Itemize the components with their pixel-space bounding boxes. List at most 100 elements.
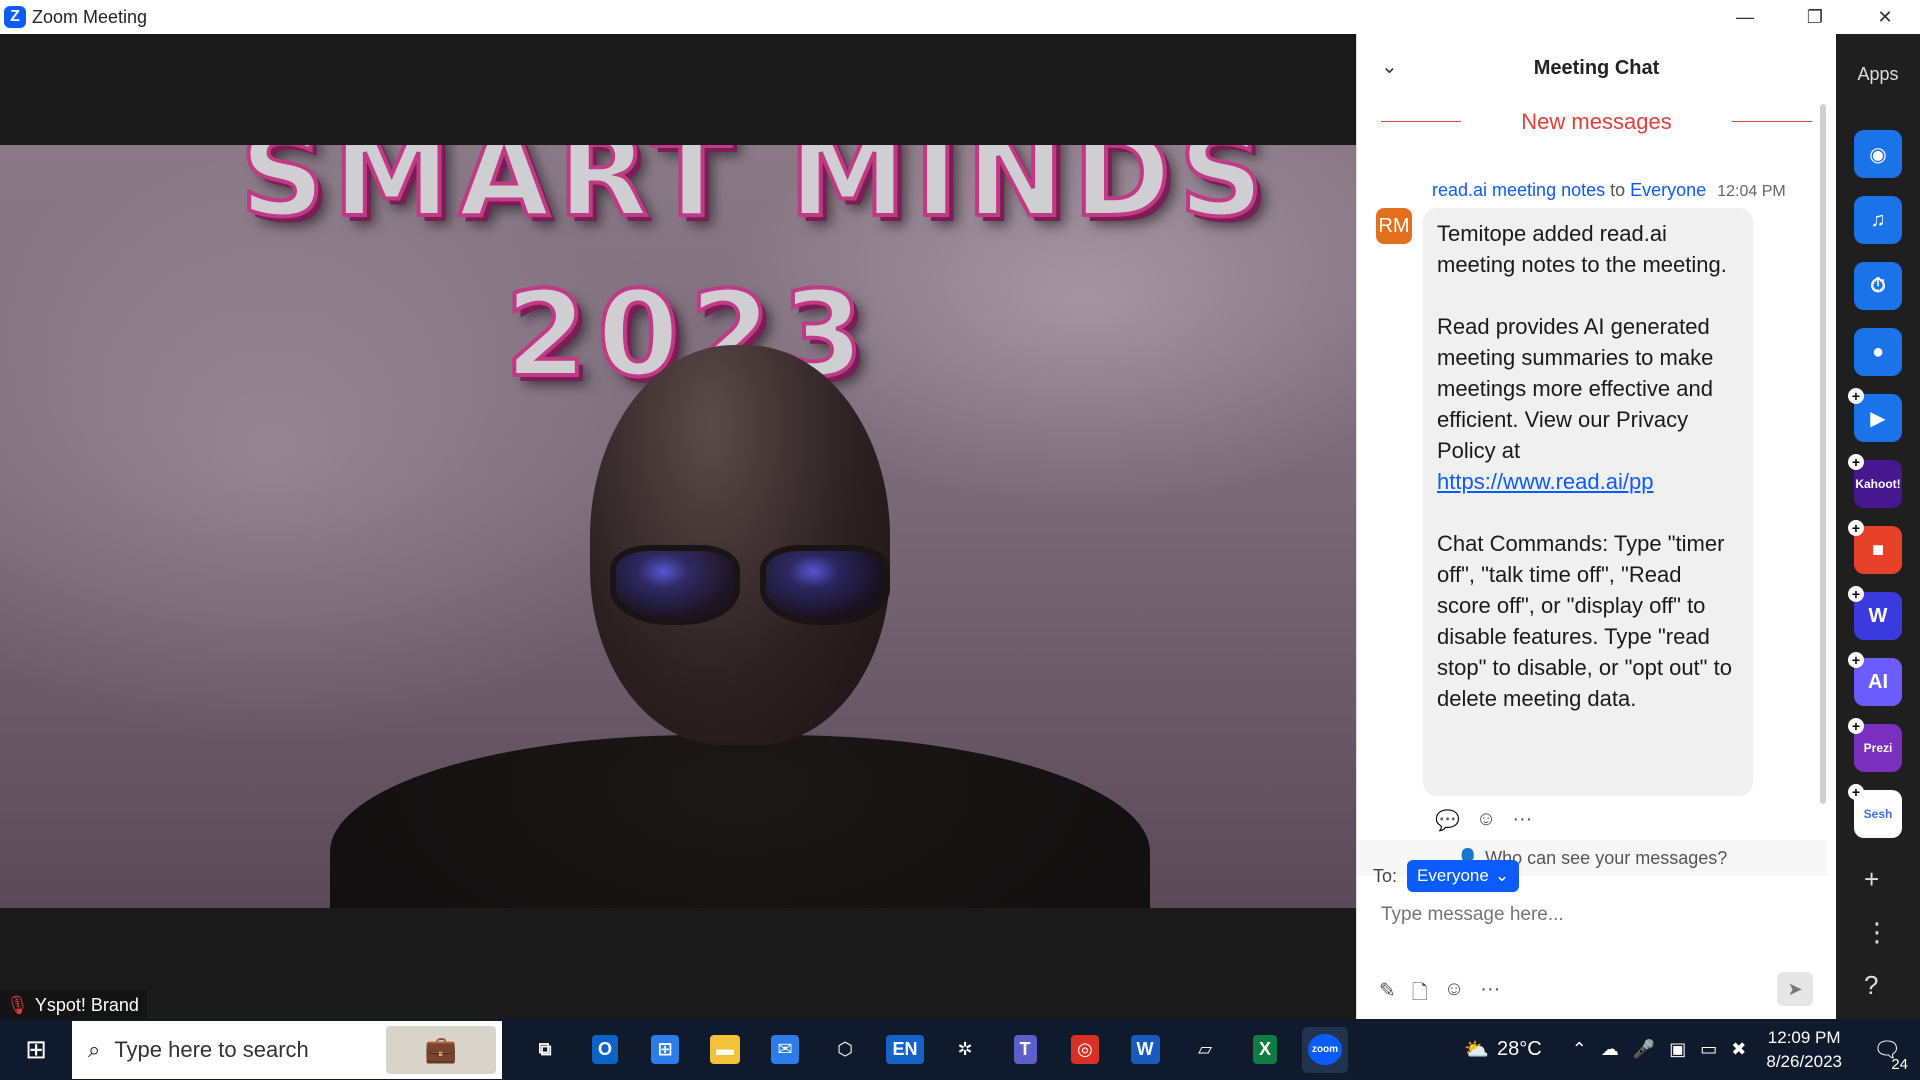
outlook-taskbar-icon[interactable]: O <box>582 1027 628 1073</box>
window-title: Zoom Meeting <box>32 6 148 27</box>
add-app-icon[interactable]: + <box>1864 864 1890 895</box>
file-explorer-taskbar-icon[interactable]: ▬ <box>702 1027 748 1073</box>
recipient-row: To: Everyone ⌄ <box>1373 860 1520 892</box>
apps-title[interactable]: Apps <box>1836 64 1920 85</box>
briefcase-icon[interactable]: 💼 <box>386 1025 496 1074</box>
divider-line-left <box>1381 121 1461 122</box>
message-paragraph-3: Chat Commands: Type "timer off", "talk t… <box>1437 531 1732 711</box>
contact-app-icon[interactable]: ● <box>1854 328 1902 376</box>
recipient-select-value: Everyone <box>1417 866 1489 885</box>
reply-icon[interactable]: 💬 <box>1435 808 1460 833</box>
camera-app-icon[interactable]: ◉ <box>1854 130 1902 178</box>
prezi-app-icon[interactable]: Prezi + <box>1848 718 1902 772</box>
display-icon[interactable]: ▣ <box>1669 1039 1686 1060</box>
notification-center[interactable]: 🗨 24 <box>1864 1027 1910 1073</box>
new-messages-divider: New messages <box>1357 104 1836 140</box>
input-toolbar: ✎ 🗋 ☺ ··· <box>1379 978 1500 1012</box>
participant-video[interactable]: SMART MINDS 2023 <box>0 145 1356 908</box>
music-glyph: ♫ <box>1870 208 1886 231</box>
network-icon[interactable]: ✖ <box>1731 1039 1746 1060</box>
w-app-glyph: W <box>1868 604 1888 627</box>
w-app-app-icon[interactable]: W + <box>1848 586 1902 640</box>
3d-app-taskbar-icon[interactable]: ⬡ <box>822 1027 868 1073</box>
recipient-select[interactable]: Everyone ⌄ <box>1407 860 1520 892</box>
apps-sidebar: Apps ◉ ♫ ⏱ ● ▶ + Kahoot! + ■ + W + AI + Prezi + Sesh + + … <box>1836 34 1920 1019</box>
add-badge-icon: + <box>1848 520 1864 536</box>
message-time: 12:04 PM <box>1717 183 1786 200</box>
more-vertical-icon[interactable]: ⋮ <box>1864 917 1890 948</box>
contact-glyph: ● <box>1871 340 1885 363</box>
play-app-icon[interactable]: ▶ + <box>1848 388 1902 442</box>
microphone-icon[interactable]: 🎤 <box>1633 1039 1655 1060</box>
task-view-taskbar-icon[interactable]: ⧉ <box>522 1027 568 1073</box>
more-options-icon[interactable]: ··· <box>1512 808 1532 833</box>
chrome-icon: ◎ <box>1071 1035 1099 1064</box>
sesh-glyph: Sesh <box>1863 807 1893 821</box>
language-en-taskbar-icon[interactable]: EN <box>882 1027 928 1073</box>
teams-taskbar-icon[interactable]: T <box>1002 1027 1048 1073</box>
mail-taskbar-icon[interactable]: ✉ <box>762 1027 808 1073</box>
red-app-app-icon[interactable]: ■ + <box>1848 520 1902 574</box>
notepad-taskbar-icon[interactable]: ▱ <box>1182 1027 1228 1073</box>
app-swirl-taskbar-icon[interactable]: ✲ <box>942 1027 988 1073</box>
camera-glyph: ◉ <box>1869 143 1887 166</box>
weather-temp: 28°C <box>1497 1038 1542 1060</box>
add-badge-icon: + <box>1848 718 1864 734</box>
mail-icon: ✉ <box>771 1035 799 1064</box>
message-paragraph-1: Temitope added read.ai meeting notes to … <box>1437 221 1727 277</box>
windows-taskbar: ⊞ ⌕ Type here to search 💼 ⧉ O ⊞ ▬ ✉ ⬡ EN ✲ T ◎ W ▱ X… <box>0 1019 1920 1080</box>
store-taskbar-icon[interactable]: ⊞ <box>642 1027 688 1073</box>
message-recipient[interactable]: Everyone <box>1630 180 1706 200</box>
collapse-chevron-icon[interactable]: ⌄ <box>1381 54 1398 79</box>
more-tools-icon[interactable]: ··· <box>1480 978 1500 1012</box>
close-button[interactable]: ✕ <box>1850 0 1920 34</box>
new-messages-label: New messages <box>1521 109 1672 134</box>
emoji-icon[interactable]: ☺ <box>1444 978 1464 1012</box>
start-button[interactable]: ⊞ <box>0 1034 72 1065</box>
privacy-policy-link[interactable]: https://www.read.ai/pp <box>1437 469 1653 494</box>
excel-taskbar-icon[interactable]: X <box>1242 1027 1288 1073</box>
3d-app-icon: ⬡ <box>837 1039 853 1059</box>
timer-glyph: ⏱ <box>1870 274 1886 297</box>
banner-title: SMART MINDS <box>238 145 1272 245</box>
search-icon: ⌕ <box>88 1036 101 1062</box>
battery-icon[interactable]: ▭ <box>1700 1039 1717 1060</box>
title-bar: Z Zoom Meeting — ❐ ✕ <box>0 0 1920 34</box>
chrome-taskbar-icon[interactable]: ◎ <box>1062 1027 1108 1073</box>
sesh-app-icon[interactable]: Sesh + <box>1848 784 1902 838</box>
chevron-down-icon: ⌄ <box>1494 866 1510 885</box>
send-button[interactable]: ➤ <box>1777 972 1813 1006</box>
chat-header: ⌄ Meeting Chat <box>1357 34 1836 102</box>
help-icon[interactable]: ? <box>1864 970 1890 1001</box>
tray-icons: ⌃ ☁ 🎤 ▣ ▭ ✖ <box>1572 1039 1747 1060</box>
to-label: To: <box>1373 865 1398 886</box>
word-taskbar-icon[interactable]: W <box>1122 1027 1168 1073</box>
ai-app-glyph: AI <box>1868 670 1888 693</box>
message-input[interactable] <box>1381 904 1801 926</box>
file-attach-icon[interactable]: 🗋 <box>1412 978 1428 1012</box>
zoom-logo-icon: Z <box>4 6 26 28</box>
music-app-icon[interactable]: ♫ <box>1854 196 1902 244</box>
clock[interactable]: 12:09 PM 8/26/2023 <box>1766 1026 1842 1074</box>
zoom-icon: zoom <box>1307 1034 1343 1065</box>
format-text-icon[interactable]: ✎ <box>1379 978 1396 1012</box>
minimize-button[interactable]: — <box>1710 0 1780 34</box>
taskbar-search[interactable]: ⌕ Type here to search 💼 <box>72 1020 502 1079</box>
restore-button[interactable]: ❐ <box>1780 0 1850 34</box>
timer-app-icon[interactable]: ⏱ <box>1854 262 1902 310</box>
file-explorer-icon: ▬ <box>710 1035 740 1064</box>
zoom-taskbar-icon[interactable]: zoom <box>1302 1026 1348 1073</box>
weather-widget[interactable]: ⛅ 28°C <box>1464 1037 1542 1062</box>
kahoot-app-icon[interactable]: Kahoot! + <box>1848 454 1902 508</box>
search-placeholder: Type here to search <box>114 1036 309 1062</box>
chat-scrollbar[interactable] <box>1820 104 1826 804</box>
chevron-up-icon[interactable]: ⌃ <box>1572 1039 1587 1060</box>
message-paragraph-2-text: Read provides AI generated meeting summa… <box>1437 314 1714 463</box>
meeting-area: SMART MINDS 2023 🎙 Yspot! Brand <box>0 34 1356 1020</box>
ai-app-app-icon[interactable]: AI + <box>1848 652 1902 706</box>
message-bubble: Temitope added read.ai meeting notes to … <box>1423 208 1753 796</box>
emoji-reaction-icon[interactable]: ☺ <box>1476 808 1496 833</box>
task-view-icon: ⧉ <box>538 1039 552 1059</box>
message-sender[interactable]: read.ai meeting notes <box>1432 180 1605 200</box>
onedrive-icon[interactable]: ☁ <box>1601 1039 1619 1060</box>
